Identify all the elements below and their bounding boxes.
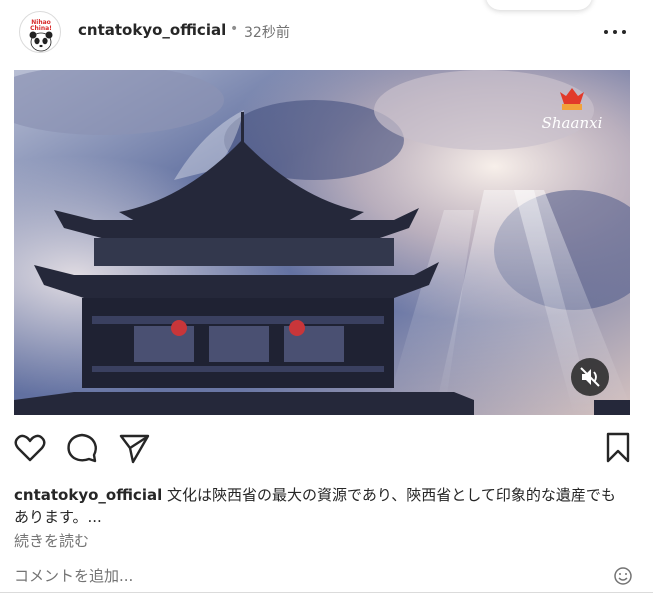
emoji-icon <box>614 567 632 585</box>
svg-text:China!: China! <box>30 25 52 32</box>
divider <box>0 592 653 593</box>
comment-button[interactable] <box>64 430 100 466</box>
speaker-muted-icon <box>580 367 600 387</box>
panda-logo-icon: Nihao China! <box>29 19 53 52</box>
post-actions <box>0 430 653 466</box>
like-button[interactable] <box>12 430 48 466</box>
more-horizontal-icon <box>604 30 608 34</box>
comment-input[interactable] <box>14 565 594 587</box>
emoji-button[interactable] <box>613 566 633 586</box>
share-button[interactable] <box>116 430 152 466</box>
separator-dot: • <box>230 21 239 37</box>
more-options-button[interactable] <box>600 22 630 42</box>
save-button[interactable] <box>602 430 638 466</box>
temple-photo: Shaanxi <box>14 70 630 415</box>
avatar[interactable]: Nihao China! <box>19 11 61 53</box>
post-media[interactable]: Shaanxi <box>14 70 630 415</box>
post-header: Nihao China! cntatokyo_official • 32秒前 <box>0 0 653 64</box>
bookmark-icon <box>606 432 630 463</box>
post-caption: cntatokyo_official 文化は陝西省の最大の資源であり、陝西省とし… <box>14 484 629 528</box>
send-icon <box>119 434 150 464</box>
mute-button[interactable] <box>571 358 609 396</box>
post-username[interactable]: cntatokyo_official <box>78 21 226 39</box>
comment-icon <box>67 433 97 463</box>
read-more-link[interactable]: 続きを読む <box>14 530 89 551</box>
caption-username[interactable]: cntatokyo_official <box>14 486 162 504</box>
heart-icon <box>14 434 46 462</box>
brand-logo-text: Shaanxi <box>542 114 603 132</box>
post-time[interactable]: 32秒前 <box>244 22 290 42</box>
